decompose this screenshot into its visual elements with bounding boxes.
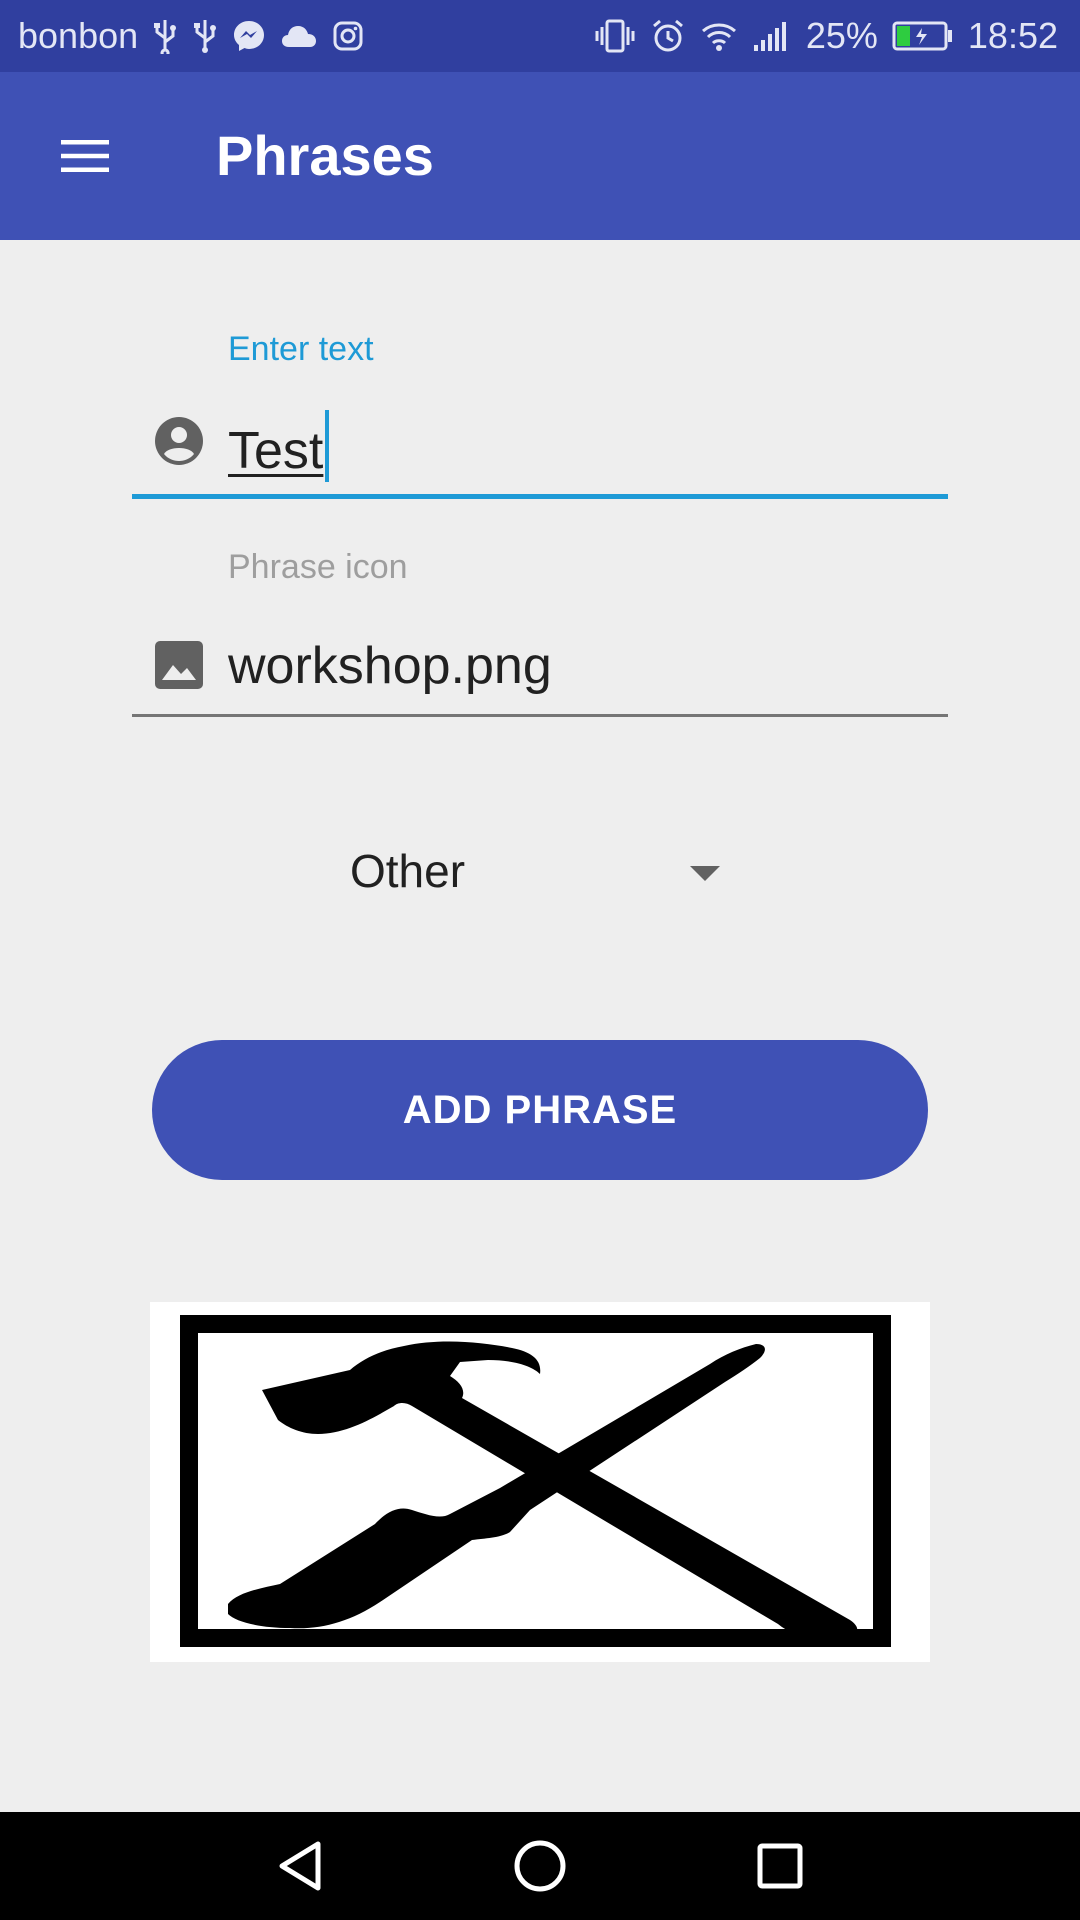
workshop-tools-icon: [180, 1315, 891, 1647]
battery-icon: [892, 16, 954, 56]
phrase-text-underline: [132, 494, 948, 499]
category-dropdown[interactable]: Other: [300, 840, 780, 910]
status-bar-right: 25% 18:52: [594, 15, 1058, 57]
account-circle-icon: [154, 416, 204, 466]
messenger-icon: [232, 16, 266, 56]
phrase-icon-input[interactable]: workshop.png: [228, 636, 552, 696]
add-phrase-button[interactable]: ADD PHRASE: [152, 1040, 928, 1180]
dropdown-arrow-icon: [690, 866, 720, 881]
phrase-icon-preview: [150, 1302, 930, 1662]
wifi-icon: [700, 16, 738, 56]
vibrate-icon: [594, 16, 636, 56]
hamburger-menu-icon[interactable]: [40, 122, 130, 190]
battery-percent: 25%: [805, 15, 878, 56]
recents-icon[interactable]: [750, 1836, 810, 1896]
phrase-text-field[interactable]: Enter text Test: [132, 320, 948, 510]
alarm-icon: [650, 16, 686, 56]
app-bar: Phrases: [0, 72, 1080, 240]
image-icon: [154, 640, 204, 690]
instagram-icon: [332, 16, 364, 56]
signal-icon: [752, 16, 792, 56]
clock: 18:52: [967, 15, 1058, 56]
phrase-text-value: Test: [228, 422, 324, 480]
back-icon[interactable]: [270, 1836, 330, 1896]
carrier-name: bonbon: [18, 15, 139, 56]
phrase-text-label: Enter text: [228, 330, 374, 368]
usb-icon: [152, 16, 178, 56]
usb-icon: [192, 16, 218, 56]
phrase-icon-label: Phrase icon: [228, 548, 408, 586]
cloud-icon: [280, 16, 318, 56]
category-selected-value: Other: [350, 845, 466, 897]
page-title: Phrases: [216, 124, 434, 187]
phrase-icon-field[interactable]: Phrase icon workshop.png: [132, 548, 948, 728]
navigation-bar: [0, 1812, 1080, 1920]
text-cursor: [325, 410, 330, 482]
phrase-icon-underline: [132, 714, 948, 717]
home-icon[interactable]: [510, 1836, 570, 1896]
status-bar-left: bonbon: [18, 15, 364, 57]
status-bar: bonbon 25% 18:52: [0, 0, 1080, 72]
phrase-text-input[interactable]: Test: [228, 410, 330, 482]
